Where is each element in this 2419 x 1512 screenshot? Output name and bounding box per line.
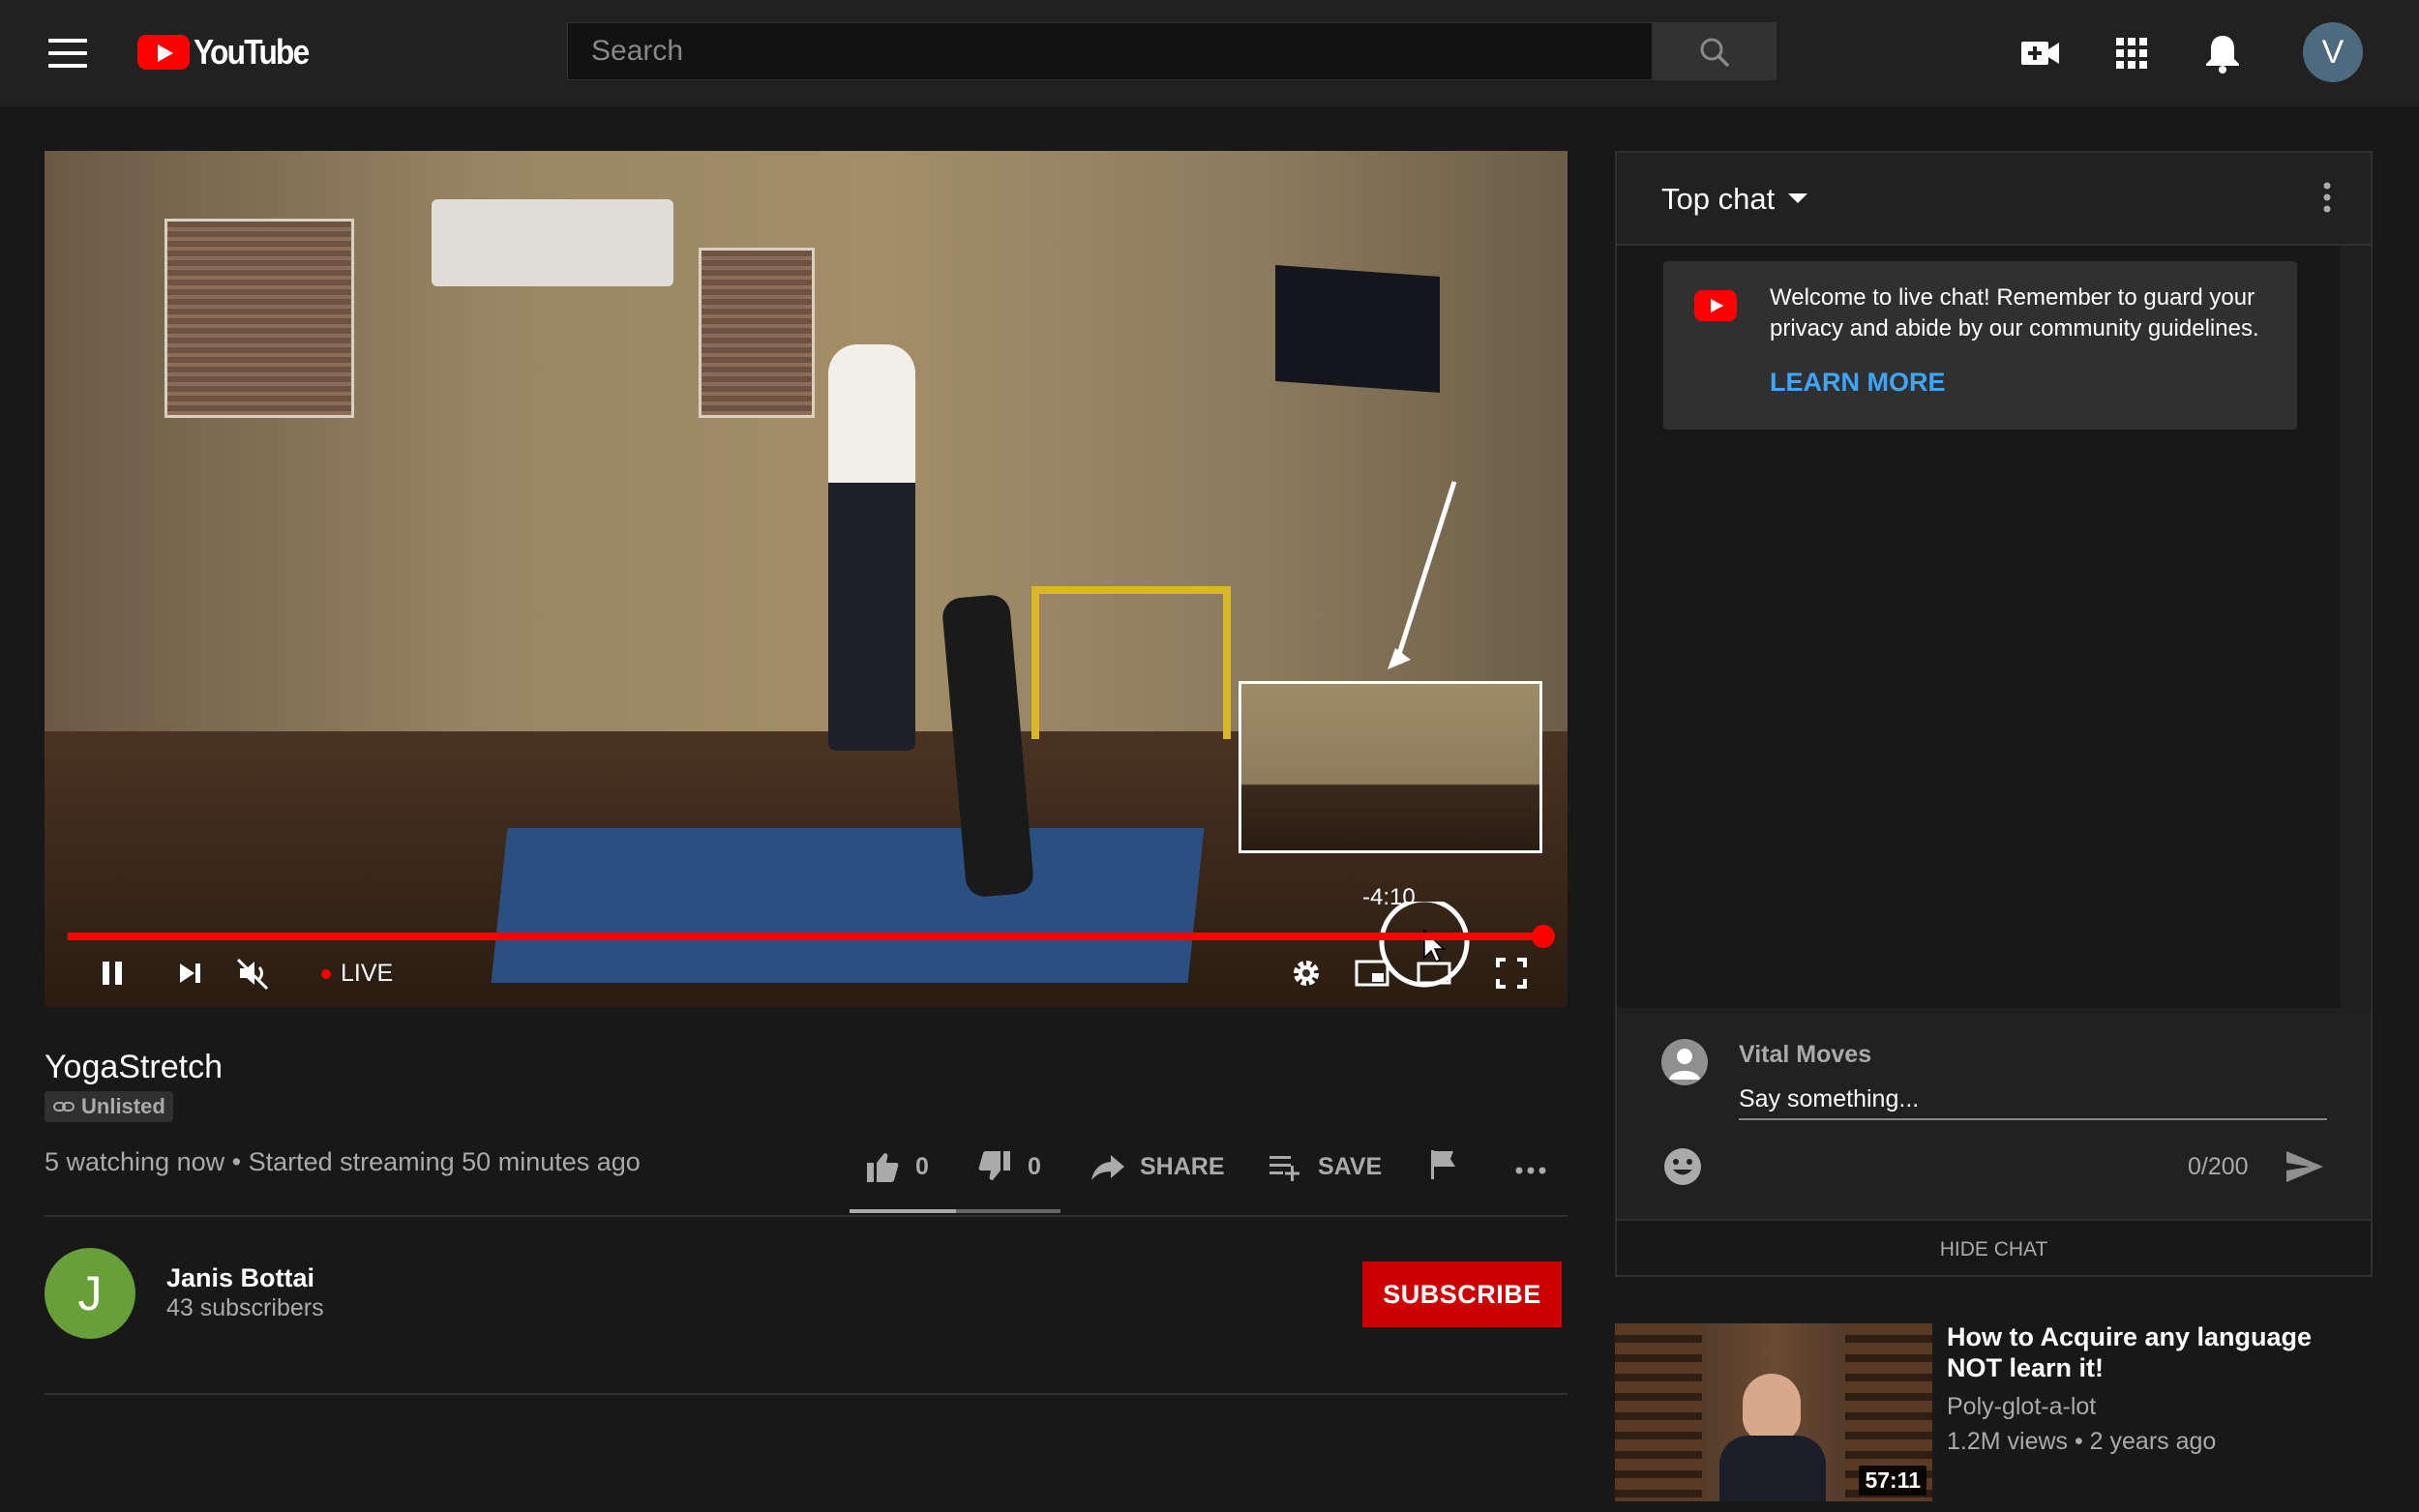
chat-user-avatar <box>1661 1039 1708 1085</box>
theater-mode-icon[interactable] <box>1415 954 1453 993</box>
notifications-bell-icon[interactable] <box>2196 27 2249 79</box>
instructor <box>828 344 915 751</box>
live-chat-panel: Top chat Welcome to live chat! Remember … <box>1615 151 2373 1277</box>
search-button[interactable] <box>1653 22 1777 80</box>
channel-name[interactable]: Janis Bottai <box>166 1263 314 1293</box>
recommended-video-meta: 1.2M views • 2 years ago <box>1947 1428 2217 1455</box>
video-player[interactable]: -4:10 LIVE <box>45 151 1568 1007</box>
window-blind <box>699 248 815 418</box>
user-avatar-icon <box>1669 1049 1700 1080</box>
video-duration: 57:11 <box>1859 1466 1926 1496</box>
share-icon <box>1091 1155 1124 1180</box>
equipment-rack <box>1031 586 1231 739</box>
progress-bar[interactable] <box>68 933 1548 940</box>
learn-more-link[interactable]: LEARN MORE <box>1770 368 1946 398</box>
subscriber-count: 43 subscribers <box>166 1294 324 1321</box>
apps-icon[interactable] <box>2105 27 2158 79</box>
logo-text: YouTube <box>194 32 310 72</box>
recommended-video-thumbnail[interactable]: 57:11 <box>1615 1323 1932 1501</box>
more-actions-icon[interactable] <box>1511 1151 1550 1190</box>
divider <box>45 1393 1568 1395</box>
caret-down-icon <box>1788 193 1808 203</box>
sentiment-bar-fill <box>850 1209 956 1213</box>
video-meta: 5 watching now • Started streaming 50 mi… <box>45 1147 641 1176</box>
dislike-count: 0 <box>1028 1152 1041 1180</box>
report-flag-icon[interactable] <box>1424 1145 1463 1184</box>
yoga-mat <box>491 828 1205 983</box>
air-conditioner <box>432 199 673 286</box>
chat-welcome-card: Welcome to live chat! Remember to guard … <box>1663 261 2297 430</box>
youtube-play-icon <box>137 35 190 70</box>
video-title: YogaStretch <box>45 1049 223 1085</box>
channel-avatar[interactable]: J <box>45 1248 135 1339</box>
masthead: YouTube V <box>0 0 2419 106</box>
send-icon[interactable] <box>2283 1145 2327 1188</box>
playlist-add-icon <box>1269 1156 1299 1181</box>
window-blind <box>164 219 354 418</box>
recommended-video-title[interactable]: How to Acquire any language NOT learn it… <box>1947 1321 2334 1383</box>
wall-tv <box>1275 265 1440 393</box>
chat-menu-icon[interactable] <box>2308 178 2346 217</box>
chat-mode-dropdown[interactable]: Top chat <box>1661 182 1808 217</box>
hide-chat-button[interactable]: HIDE CHAT <box>1617 1219 2371 1275</box>
thumbs-down-icon <box>978 1151 1010 1180</box>
emoji-icon[interactable] <box>1661 1145 1704 1188</box>
recommended-channel-name[interactable]: Poly-glot-a-lot <box>1947 1393 2096 1421</box>
account-avatar[interactable]: V <box>2303 22 2363 82</box>
live-label: LIVE <box>341 960 394 987</box>
annotation-arrow <box>1388 481 1457 669</box>
search-icon <box>1700 38 1729 67</box>
thumbs-up-icon <box>867 1153 899 1182</box>
share-button[interactable]: SHARE <box>1088 1143 1225 1190</box>
like-count: 0 <box>915 1152 929 1180</box>
save-label: SAVE <box>1318 1152 1383 1180</box>
subscribe-button[interactable]: SUBSCRIBE <box>1362 1261 1562 1327</box>
next-icon[interactable] <box>170 954 209 993</box>
fullscreen-icon[interactable] <box>1492 954 1531 993</box>
pip-preview <box>1239 681 1542 853</box>
divider <box>45 1215 1568 1217</box>
save-button[interactable]: SAVE <box>1266 1143 1382 1190</box>
search-input[interactable] <box>568 23 1652 79</box>
search-box <box>567 22 1653 80</box>
chat-mode-label: Top chat <box>1661 182 1776 216</box>
chat-message-input[interactable] <box>1739 1080 2327 1120</box>
create-video-icon[interactable] <box>2015 27 2067 79</box>
chat-scrollbar[interactable] <box>2341 246 2371 1008</box>
welcome-message: Welcome to live chat! Remember to guard … <box>1770 284 2259 341</box>
miniplayer-icon[interactable] <box>1353 954 1391 993</box>
share-label: SHARE <box>1140 1152 1225 1180</box>
presenter-face <box>1743 1374 1801 1441</box>
dislike-button[interactable]: 0 <box>975 1143 1041 1190</box>
link-icon <box>53 1102 75 1112</box>
settings-gear-icon[interactable] <box>1287 954 1326 993</box>
muted-volume-icon[interactable] <box>234 954 273 993</box>
like-button[interactable]: 0 <box>863 1143 929 1190</box>
unlisted-badge: Unlisted <box>45 1091 173 1122</box>
youtube-logo[interactable]: YouTube <box>137 31 324 74</box>
chat-header: Top chat <box>1617 153 2371 246</box>
unlisted-label: Unlisted <box>81 1094 165 1118</box>
char-counter: 0/200 <box>2188 1153 2249 1180</box>
live-indicator[interactable]: LIVE <box>321 960 393 988</box>
pause-icon[interactable] <box>93 954 132 993</box>
live-dot <box>321 968 331 979</box>
chat-user-name: Vital Moves <box>1739 1041 1872 1068</box>
menu-icon[interactable] <box>48 39 87 68</box>
youtube-play-icon <box>1694 290 1737 321</box>
progress-scrubber[interactable] <box>1532 925 1555 948</box>
